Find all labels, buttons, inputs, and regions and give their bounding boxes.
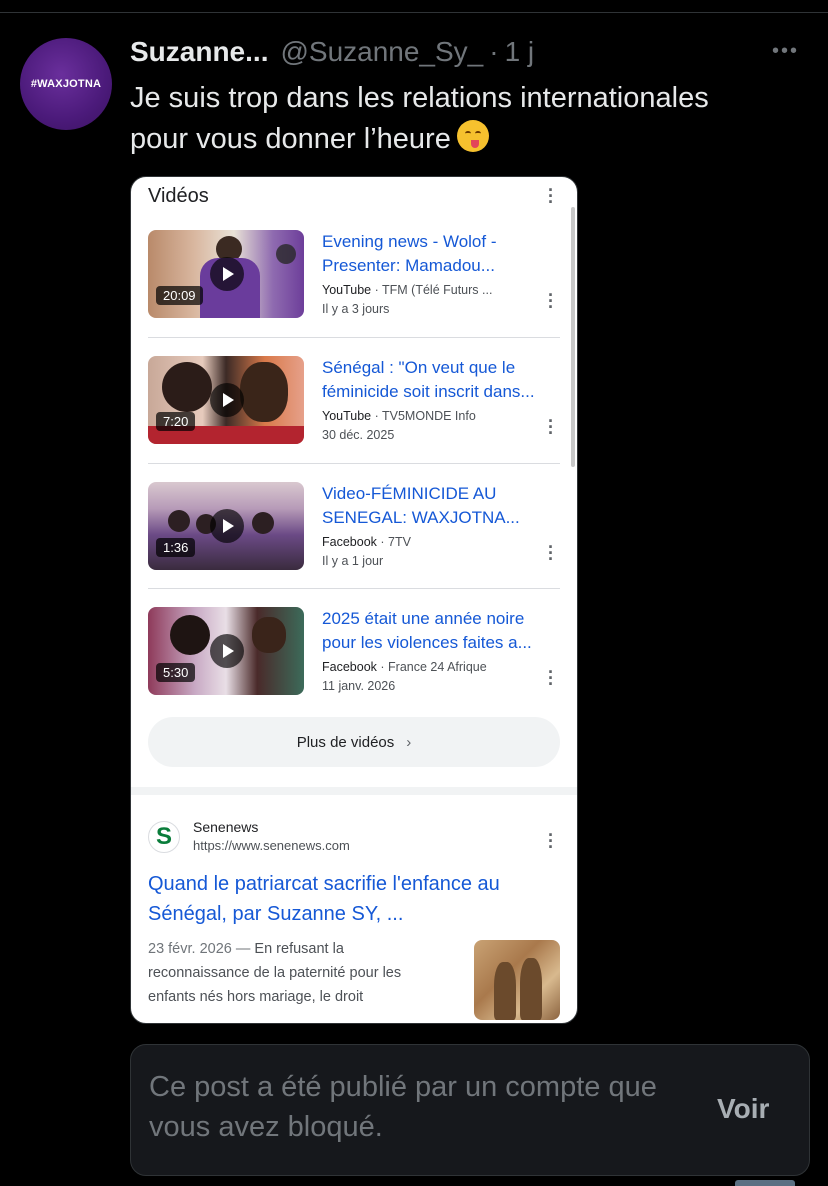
video-date: 11 janv. 2026 bbox=[322, 679, 396, 693]
video-item: 5:30 2025 était une année noire pour les… bbox=[148, 607, 560, 707]
video-title: Sénégal : "On veut que le féminicide soi… bbox=[322, 356, 562, 404]
view-button[interactable]: Voir bbox=[717, 1093, 769, 1125]
video-platform: Facebook bbox=[322, 660, 377, 674]
divider bbox=[148, 337, 560, 338]
video-date: Il y a 1 jour bbox=[322, 554, 384, 568]
result-snippet: 23 févr. 2026 — En refusant la reconnais… bbox=[148, 937, 438, 1009]
video-channel: · TV5MONDE Info bbox=[371, 409, 476, 423]
video-item: 20:09 Evening news - Wolof - Presenter: … bbox=[148, 230, 560, 330]
site-name: Senenews bbox=[193, 819, 259, 835]
avatar[interactable]: #WAXJOTNA bbox=[20, 38, 112, 130]
kebab-menu-icon: · · · bbox=[548, 537, 554, 569]
tweet-text: Je suis trop dans les relations internat… bbox=[130, 78, 810, 160]
video-channel: · France 24 Afrique bbox=[376, 660, 487, 674]
video-title: Evening news - Wolof - Presenter: Mamado… bbox=[322, 230, 562, 278]
snippet-line: reconnaissance de la paternité pour les bbox=[148, 965, 402, 981]
blocked-post-notice: Ce post a été publié par un compte que v… bbox=[130, 1044, 810, 1176]
more-videos-label: Plus de vidéos bbox=[296, 733, 395, 751]
home-indicator bbox=[735, 1180, 795, 1186]
tweet-text-fragment: pour vous donner l’heure bbox=[130, 123, 451, 155]
play-icon bbox=[210, 509, 244, 543]
kebab-menu-icon: · · · bbox=[548, 662, 554, 694]
video-platform: YouTube bbox=[322, 409, 372, 423]
tweet-text-line: pour vous donner l’heure bbox=[130, 119, 810, 160]
video-title-line: Presenter: Mamadou... bbox=[322, 256, 495, 275]
display-name[interactable]: Suzanne... bbox=[130, 36, 268, 68]
video-platform: Facebook bbox=[322, 535, 377, 549]
attached-screenshot[interactable]: Vidéos · · · 20:09 Evening news - Wolof - … bbox=[130, 176, 578, 1024]
video-duration: 7:20 bbox=[156, 412, 196, 431]
section-title: Vidéos bbox=[148, 185, 209, 207]
video-title-line: féminicide soit inscrit dans... bbox=[322, 382, 535, 401]
video-source: YouTube · TFM (Télé Futurs ... bbox=[322, 283, 492, 297]
result-date: 23 févr. 2026 bbox=[148, 941, 232, 957]
video-thumbnail: 20:09 bbox=[148, 230, 304, 318]
result-dash: — bbox=[231, 941, 255, 957]
kebab-menu-icon: · · · bbox=[548, 180, 554, 212]
video-source: YouTube · TV5MONDE Info bbox=[322, 409, 476, 423]
video-item: 7:20 Sénégal : "On veut que le féminicid… bbox=[148, 356, 560, 456]
site-url: https://www.senenews.com bbox=[193, 838, 350, 853]
user-handle[interactable]: @Suzanne_Sy_ bbox=[280, 36, 483, 68]
yum-face-emoji-icon bbox=[456, 120, 489, 152]
video-title-line: Evening news - Wolof - bbox=[322, 232, 497, 251]
kebab-menu-icon: · · · bbox=[548, 285, 554, 317]
tweet-text-line: Je suis trop dans les relations internat… bbox=[130, 82, 709, 114]
avatar-text: #WAXJOTNA bbox=[30, 78, 102, 90]
video-title-line: Sénégal : "On veut que le bbox=[322, 358, 516, 377]
kebab-menu-icon: · · · bbox=[548, 825, 554, 857]
video-date: 30 déc. 2025 bbox=[322, 428, 395, 442]
video-platform: YouTube bbox=[322, 283, 372, 297]
play-icon bbox=[210, 383, 244, 417]
tweet-header: Suzanne... @Suzanne_Sy_ · 1 j bbox=[130, 36, 534, 72]
scrollbar bbox=[571, 207, 575, 467]
kebab-menu-icon: · · · bbox=[548, 411, 554, 443]
snippet-line: enfants nés hors mariage, le droit bbox=[148, 989, 364, 1005]
video-title: 2025 était une année noire pour les viol… bbox=[322, 607, 562, 655]
result-title-line: Sénégal, par Suzanne SY, ... bbox=[148, 903, 404, 925]
video-title: Video-FÉMINICIDE AU SENEGAL: WAXJOTNA... bbox=[322, 482, 562, 530]
video-duration: 20:09 bbox=[156, 286, 203, 305]
video-title-line: 2025 était une année noire bbox=[322, 609, 525, 628]
video-thumbnail: 1:36 bbox=[148, 482, 304, 570]
separator-dot: · bbox=[489, 36, 499, 67]
top-divider bbox=[0, 12, 828, 13]
video-title-line: SENEGAL: WAXJOTNA... bbox=[322, 508, 520, 527]
post-time[interactable]: 1 j bbox=[505, 36, 535, 68]
video-thumbnail: 7:20 bbox=[148, 356, 304, 444]
section-separator bbox=[131, 787, 577, 795]
video-title-line: pour les violences faites a... bbox=[322, 633, 532, 652]
more-videos-button: Plus de vidéos › bbox=[148, 717, 560, 767]
video-source: Facebook · France 24 Afrique bbox=[322, 660, 487, 674]
divider bbox=[148, 588, 560, 589]
senenews-logo-icon: S bbox=[148, 821, 180, 853]
video-title-line: Video-FÉMINICIDE AU bbox=[322, 484, 497, 503]
more-options-icon[interactable]: ••• bbox=[772, 40, 799, 63]
video-duration: 1:36 bbox=[156, 538, 196, 557]
video-thumbnail: 5:30 bbox=[148, 607, 304, 695]
chevron-right-icon: › bbox=[406, 733, 412, 751]
snippet-line: En refusant la bbox=[254, 941, 344, 957]
result-title-line: Quand le patriarcat sacrifie l'enfance a… bbox=[148, 873, 500, 895]
result-thumbnail bbox=[474, 940, 560, 1020]
video-item: 1:36 Video-FÉMINICIDE AU SENEGAL: WAXJOT… bbox=[148, 482, 560, 582]
video-channel: · TFM (Télé Futurs ... bbox=[371, 283, 493, 297]
video-channel: · 7TV bbox=[376, 535, 411, 549]
play-icon bbox=[210, 257, 244, 291]
result-title: Quand le patriarcat sacrifie l'enfance a… bbox=[148, 869, 568, 929]
play-icon bbox=[210, 634, 244, 668]
blocked-notice-text: Ce post a été publié par un compte que v… bbox=[149, 1071, 657, 1143]
video-source: Facebook · 7TV bbox=[322, 535, 411, 549]
video-duration: 5:30 bbox=[156, 663, 196, 682]
divider bbox=[148, 463, 560, 464]
video-date: Il y a 3 jours bbox=[322, 302, 390, 316]
